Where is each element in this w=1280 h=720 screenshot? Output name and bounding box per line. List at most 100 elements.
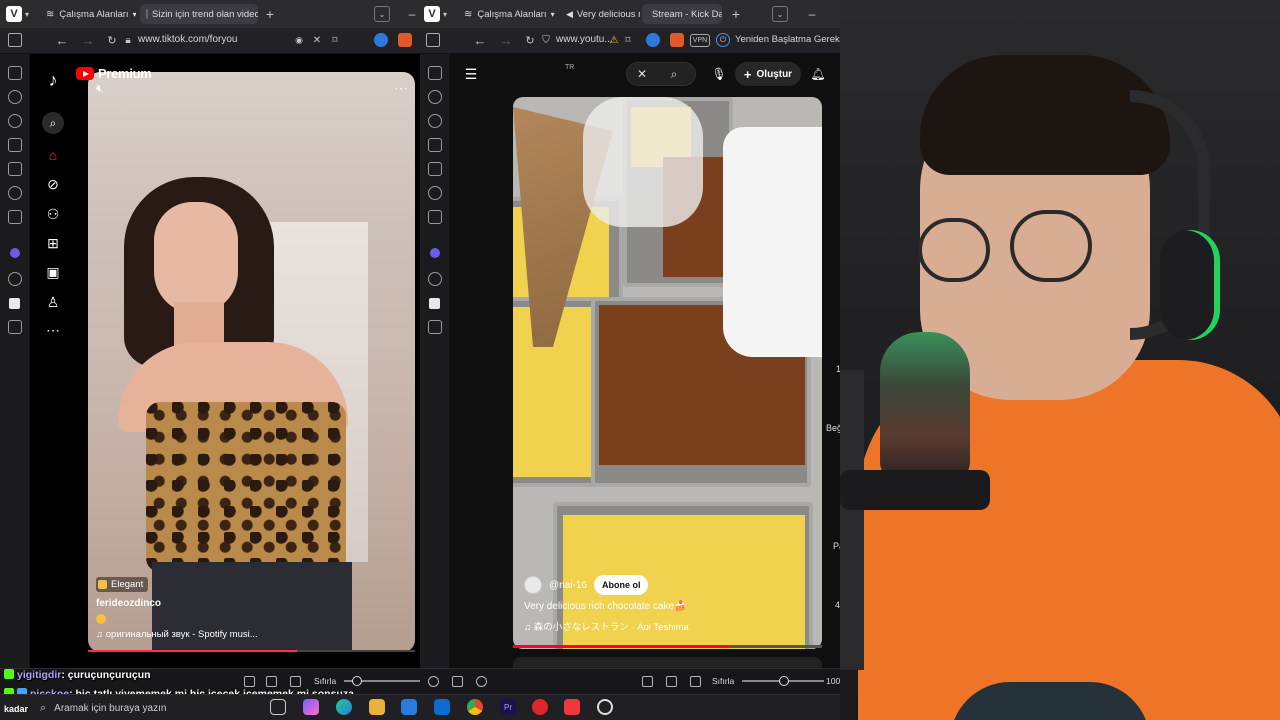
obs-icon[interactable] (597, 699, 613, 715)
warning-icon[interactable]: ⚠ (608, 33, 620, 47)
sidebar-toggle-icon[interactable] (426, 33, 440, 47)
explore-icon[interactable]: ⊘ (45, 176, 61, 192)
tab-workspaces[interactable]: ≋ Çalışma Alanları ▾ (40, 4, 136, 24)
reload-icon[interactable]: ↻ (522, 32, 538, 48)
mute-icon[interactable]: 🔇︎ (96, 81, 104, 96)
audio-icon[interactable]: ◉ (292, 33, 306, 47)
chrome-icon[interactable] (467, 699, 483, 715)
window-panel-icon[interactable] (8, 210, 22, 224)
chevron-down-icon[interactable]: ▾ (22, 6, 32, 22)
outlook-icon[interactable] (434, 699, 450, 715)
sidebar-toggle-icon[interactable] (8, 33, 22, 47)
new-tab-icon[interactable]: + (262, 6, 278, 22)
taskbar-search[interactable]: ⌕ Aramak için buraya yazın (36, 699, 260, 717)
reload-icon[interactable]: ↻ (104, 32, 120, 48)
notes-panel-icon[interactable] (8, 138, 22, 152)
downloads-panel-icon[interactable] (8, 90, 22, 104)
bookmark-icon[interactable]: ⌑ (622, 33, 634, 47)
tab-youtube-video[interactable]: ◀ Very delicious rich (560, 4, 640, 24)
task-view-icon[interactable] (270, 699, 286, 715)
tab-list-icon[interactable]: ⌄ (772, 6, 788, 22)
tiktok-progress-bar[interactable] (88, 650, 415, 652)
mastodon-icon[interactable] (10, 248, 20, 258)
image-toggle-icon[interactable] (290, 676, 301, 687)
wikipedia-icon[interactable] (9, 298, 20, 309)
restart-required-text[interactable]: Yeniden Başlatma Gerekli (735, 34, 844, 45)
microphone-icon[interactable]: 🎙︎ (711, 66, 726, 82)
window-panel-icon[interactable] (428, 210, 442, 224)
forward-arrow-icon[interactable]: → (80, 32, 96, 48)
creator-username[interactable]: ferideozdinco (96, 598, 161, 609)
add-panel-icon[interactable] (428, 320, 442, 334)
avatar[interactable] (524, 576, 542, 594)
fullscreen-icon[interactable] (666, 676, 677, 687)
extension-orange-icon[interactable] (670, 33, 684, 47)
new-tab-icon[interactable]: + (728, 6, 744, 22)
tab-tiktok-trending[interactable]: Sizin için trend olan videolar (140, 4, 258, 24)
next-short-preview[interactable] (513, 657, 822, 668)
capture-icon[interactable] (244, 676, 255, 687)
bookmarks-panel-icon[interactable] (8, 66, 22, 80)
home-icon[interactable]: ⌂ (45, 147, 61, 163)
more-options-icon[interactable]: ⋯ (394, 80, 409, 97)
tiling-icon[interactable] (452, 676, 463, 687)
menu-icon[interactable]: ☰ (462, 66, 480, 82)
music-link[interactable]: ♫ 森の小さなレストラン · Aoi Teshima (524, 619, 689, 633)
video-title[interactable]: Very delicious rich chocolate cake🍰 (524, 601, 687, 612)
vpn-button[interactable]: VPN (690, 34, 710, 47)
minimize-icon[interactable]: – (406, 6, 418, 22)
notifications-bell-icon[interactable]: 🔔︎ (810, 66, 826, 82)
globe-icon[interactable] (8, 272, 22, 286)
search-icon[interactable]: ⌕ (42, 112, 64, 134)
history-panel-icon[interactable] (8, 114, 22, 128)
file-explorer-icon[interactable] (369, 699, 385, 715)
bookmarks-panel-icon[interactable] (428, 66, 442, 80)
history-panel-icon[interactable] (428, 114, 442, 128)
opera-icon[interactable] (532, 699, 548, 715)
copilot-icon[interactable] (303, 699, 319, 715)
reading-list-icon[interactable] (428, 186, 442, 200)
subscribe-button[interactable]: Abone ol (593, 575, 649, 595)
zoom-slider-left-knob[interactable] (351, 676, 362, 686)
add-panel-icon[interactable] (8, 320, 22, 334)
translate-panel-icon[interactable] (8, 162, 22, 176)
settings-gear-icon[interactable] (428, 676, 439, 687)
minimize-icon[interactable]: – (806, 6, 818, 22)
tiktok-logo-icon[interactable]: ♪ (45, 71, 61, 89)
extension-orange-icon[interactable] (398, 33, 412, 47)
bookmark-icon[interactable]: ⌑ (328, 33, 342, 47)
downloads-panel-icon[interactable] (428, 90, 442, 104)
youtube-progress-bar[interactable] (513, 645, 822, 648)
create-button[interactable]: + Oluştur (735, 62, 801, 86)
extension-blue-icon[interactable] (374, 33, 388, 47)
extension-blue-icon[interactable] (646, 33, 660, 47)
forward-arrow-icon[interactable]: → (498, 32, 514, 48)
wikipedia-icon[interactable] (429, 298, 440, 309)
channel-handle[interactable]: @nai-16 (549, 580, 587, 591)
notes-panel-icon[interactable] (428, 138, 442, 152)
back-arrow-icon[interactable]: ← (472, 32, 488, 48)
mastodon-icon[interactable] (430, 248, 440, 258)
back-arrow-icon[interactable]: ← (54, 32, 70, 48)
capture-icon[interactable] (642, 676, 653, 687)
translate-panel-icon[interactable] (428, 162, 442, 176)
url-text[interactable]: www.youtu... (556, 34, 613, 45)
live-icon[interactable]: ▣ (45, 264, 61, 280)
profile-icon[interactable]: ♙ (45, 294, 61, 310)
effect-badge[interactable]: Elegant (96, 577, 149, 592)
url-text[interactable]: www.tiktok.com/foryou (138, 34, 237, 45)
following-icon[interactable]: ⚇ (45, 206, 61, 222)
close-icon[interactable]: ✕ (635, 67, 649, 81)
tiktok-video-player[interactable] (88, 72, 415, 652)
tab-kick-stream[interactable]: Stream - Kick Das (642, 4, 722, 24)
reset-label[interactable]: Sıfırla (712, 676, 734, 686)
reset-label[interactable]: Sıfırla (314, 676, 336, 686)
chevron-down-icon[interactable]: ▾ (440, 6, 450, 22)
upload-icon[interactable]: ⊞ (45, 235, 61, 251)
translate-icon[interactable]: ✕ (310, 33, 324, 47)
sound-link[interactable]: ♫ оригинальный звук - Spotify musi... (96, 629, 258, 640)
edge-icon[interactable] (336, 699, 352, 715)
search-box[interactable]: ✕ ⌕ (626, 62, 696, 86)
more-icon[interactable]: ⋯ (45, 322, 61, 338)
vivaldi-logo-icon[interactable]: V (6, 6, 22, 22)
